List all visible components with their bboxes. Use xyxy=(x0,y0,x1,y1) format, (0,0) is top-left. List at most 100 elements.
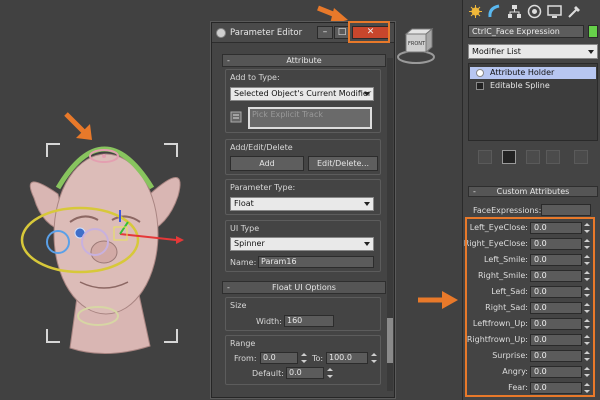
float-ui-rollout-header[interactable]: - Float UI Options xyxy=(222,281,386,294)
stack-item-attribute-holder[interactable]: Attribute Holder xyxy=(470,67,596,79)
attr-row-left-smile: Left_Smile: 0.0 xyxy=(470,254,594,267)
chevron-down-icon xyxy=(364,202,370,206)
object-color-swatch[interactable] xyxy=(588,25,598,38)
pick-explicit-track-field[interactable]: Pick Explicit Track xyxy=(248,107,372,129)
remove-modifier-icon[interactable] xyxy=(546,150,560,164)
front-view-cube-icon[interactable]: FRONT xyxy=(396,25,436,65)
spinner-icon[interactable] xyxy=(583,286,591,298)
show-end-result-icon[interactable] xyxy=(502,150,516,164)
modifier-list-dropdown[interactable]: Modifier List xyxy=(468,44,598,59)
close-button[interactable]: ✕ xyxy=(352,26,389,39)
attr-label: Rightfrown_Up: xyxy=(466,335,528,344)
spinner-icon[interactable] xyxy=(583,318,591,330)
add-edit-delete-group: Add/Edit/Delete Add Edit/Delete... xyxy=(225,139,381,175)
attr-row-left-sad: Left_Sad: 0.0 xyxy=(470,286,594,299)
chevron-down-icon xyxy=(364,92,370,96)
app-icon xyxy=(216,28,226,38)
attr-value-field[interactable]: 0.0 xyxy=(530,286,582,298)
chevron-down-icon xyxy=(364,242,370,246)
svg-text:FRONT: FRONT xyxy=(408,41,426,47)
motion-tab-icon[interactable] xyxy=(527,4,542,19)
attr-value-field[interactable]: 0.0 xyxy=(530,222,582,234)
scrollbar-thumb[interactable] xyxy=(387,318,393,363)
collapse-icon: - xyxy=(473,187,476,196)
max-workspace: FRONT Parameter Editor – □ ✕ - Attribute xyxy=(0,0,600,400)
window-title: Parameter Editor xyxy=(230,28,303,38)
attr-value-field[interactable]: 0.0 xyxy=(530,302,582,314)
default-field[interactable]: 0.0 xyxy=(286,367,324,379)
spinner-icon[interactable] xyxy=(583,366,591,378)
from-label: From: xyxy=(234,354,257,363)
edit-delete-button[interactable]: Edit/Delete... xyxy=(308,156,378,171)
pick-track-icon[interactable] xyxy=(230,111,242,123)
chevron-down-icon xyxy=(588,50,594,54)
spinner-icon[interactable] xyxy=(583,334,591,346)
attr-row-angry: Angry: 0.0 xyxy=(470,366,594,379)
add-to-type-label: Add to Type: xyxy=(230,73,280,82)
minimize-button[interactable]: – xyxy=(317,26,333,39)
attr-row-left-eyeclose: Left_EyeClose: 0.0 xyxy=(470,222,594,235)
to-spinner-icon[interactable] xyxy=(370,352,378,364)
attr-value-field[interactable]: 0.0 xyxy=(530,334,582,346)
attr-value-field[interactable]: 0.0 xyxy=(530,270,582,282)
ui-type-dropdown[interactable]: Spinner xyxy=(230,237,374,251)
attr-value-field[interactable]: 0.0 xyxy=(530,318,582,330)
hierarchy-tab-icon[interactable] xyxy=(507,4,522,19)
spinner-icon[interactable] xyxy=(583,270,591,282)
parameter-type-group: Parameter Type: Float xyxy=(225,179,381,215)
attribute-rollout-header[interactable]: - Attribute xyxy=(222,54,386,67)
ui-type-label: UI Type xyxy=(230,224,260,233)
spinner-icon[interactable] xyxy=(583,382,591,394)
parameter-type-dropdown[interactable]: Float xyxy=(230,197,374,211)
attr-value-field[interactable]: 0.0 xyxy=(530,238,582,250)
spinner-icon[interactable] xyxy=(583,302,591,314)
attr-value-field[interactable]: 0.0 xyxy=(530,254,582,266)
custom-attributes-rollout-header[interactable]: - Custom Attributes xyxy=(468,186,598,197)
spinner-icon[interactable] xyxy=(583,254,591,266)
attr-row-leftfrown-up: Leftfrown_Up: 0.0 xyxy=(470,318,594,331)
modifier-stack[interactable]: Attribute Holder Editable Spline xyxy=(468,63,598,141)
create-tab-icon[interactable] xyxy=(468,4,483,19)
face-expressions-label: FaceExpressions: xyxy=(473,206,542,215)
to-field[interactable]: 100.0 xyxy=(326,352,368,364)
attr-label: Angry: xyxy=(502,367,528,376)
window-titlebar[interactable]: Parameter Editor – □ ✕ xyxy=(212,23,394,43)
add-button[interactable]: Add xyxy=(230,156,304,171)
make-unique-icon[interactable] xyxy=(526,150,540,164)
add-to-type-value: Selected Object's Current Modifier xyxy=(234,89,372,98)
rollout-title: Attribute xyxy=(286,56,322,65)
stack-item-editable-spline[interactable]: Editable Spline xyxy=(470,80,596,92)
utilities-tab-icon[interactable] xyxy=(567,4,582,19)
from-spinner-icon[interactable] xyxy=(300,352,308,364)
spinner-icon[interactable] xyxy=(583,350,591,362)
add-to-type-dropdown[interactable]: Selected Object's Current Modifier xyxy=(230,87,374,101)
attr-value-field[interactable]: 0.0 xyxy=(530,382,582,394)
default-spinner-icon[interactable] xyxy=(326,367,334,379)
maximize-button[interactable]: □ xyxy=(334,26,350,39)
from-field[interactable]: 0.0 xyxy=(260,352,298,364)
add-edit-delete-label: Add/Edit/Delete xyxy=(230,143,293,152)
modify-tab-icon[interactable] xyxy=(487,4,502,19)
width-field[interactable]: 160 xyxy=(284,315,334,327)
spinner-icon[interactable] xyxy=(583,222,591,234)
default-label: Default: xyxy=(252,369,284,378)
size-group: Size Width: 160 xyxy=(225,297,381,331)
scrollbar[interactable] xyxy=(387,58,393,391)
ui-type-group: UI Type Spinner Name: Param16 xyxy=(225,220,381,272)
face-expressions-field[interactable] xyxy=(541,204,591,216)
pin-stack-icon[interactable] xyxy=(478,150,492,164)
attr-value-field[interactable]: 0.0 xyxy=(530,366,582,378)
ui-type-value: Spinner xyxy=(234,239,265,248)
object-name-field[interactable]: CtrlC_Face Expression xyxy=(468,25,584,38)
attr-value-field[interactable]: 0.0 xyxy=(530,350,582,362)
name-label: Name: xyxy=(230,258,257,267)
collapse-icon: - xyxy=(227,56,230,65)
attr-label: Fear: xyxy=(508,383,528,392)
range-group: Range From: 0.0 To: 100.0 Default: 0.0 xyxy=(225,335,381,385)
spinner-icon[interactable] xyxy=(583,238,591,250)
collapse-icon: - xyxy=(227,283,230,292)
name-field[interactable]: Param16 xyxy=(258,256,374,268)
display-tab-icon[interactable] xyxy=(547,4,562,19)
attr-label: Left_EyeClose: xyxy=(469,223,528,232)
configure-sets-icon[interactable] xyxy=(574,150,588,164)
